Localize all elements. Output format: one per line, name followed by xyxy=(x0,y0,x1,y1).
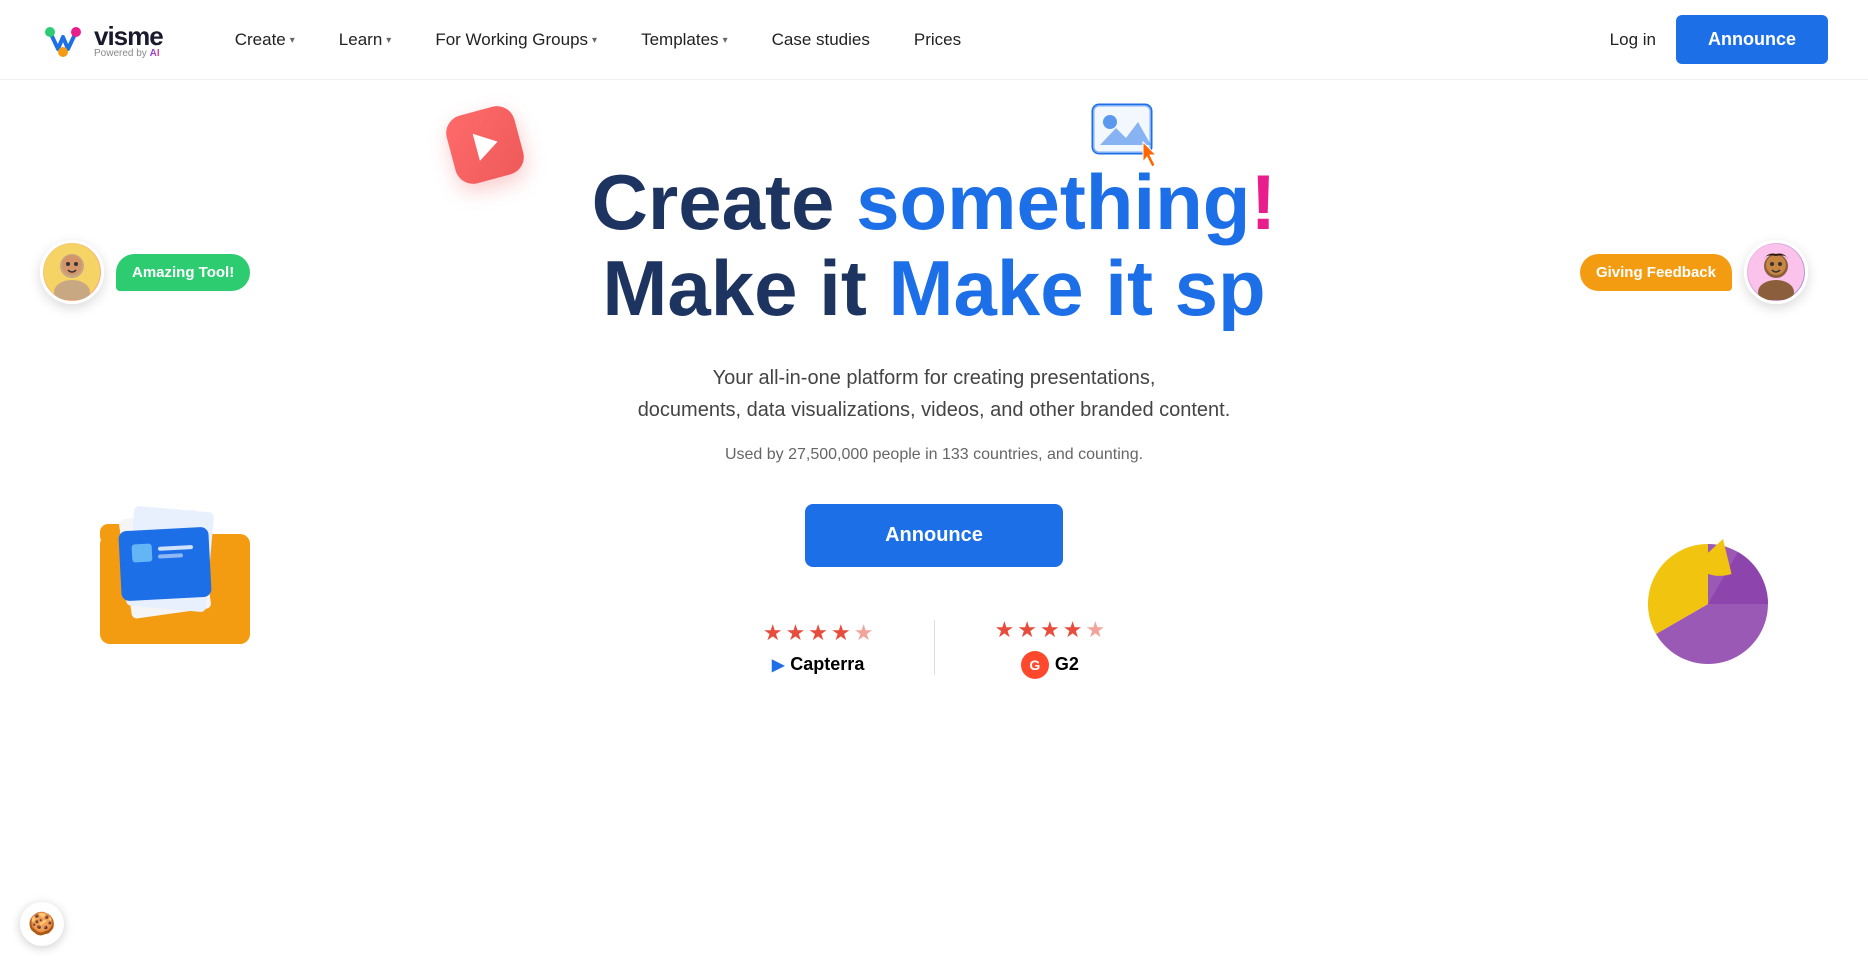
g2-rating: ★ ★ ★ ★ ★ G G2 xyxy=(935,617,1166,679)
chevron-down-icon: ▾ xyxy=(592,35,597,46)
capterra-logo: ▶ Capterra xyxy=(772,654,864,675)
login-button[interactable]: Log in xyxy=(1610,30,1656,50)
chevron-down-icon: ▾ xyxy=(723,35,728,46)
hero-subtitle: Your all-in-one platform for creating pr… xyxy=(634,362,1234,426)
cookie-consent-button[interactable]: 🍪 xyxy=(20,902,64,946)
hero-section: Amazing Tool! Giving Feedback xyxy=(0,80,1868,759)
nav-templates[interactable]: Templates ▾ xyxy=(619,0,750,80)
navbar: visme Powered by AI Create ▾ Learn ▾ For… xyxy=(0,0,1868,80)
g2-logo: G G2 xyxy=(1021,651,1079,679)
nav-learn[interactable]: Learn ▾ xyxy=(317,0,414,80)
g2-circle-icon: G xyxy=(1021,651,1049,679)
nav-case-studies[interactable]: Case studies xyxy=(750,0,892,80)
hero-title: Create something! Make it Make it sp xyxy=(40,160,1828,332)
hero-used-stat: Used by 27,500,000 people in 133 countri… xyxy=(40,446,1828,464)
title-exclaim: ! xyxy=(1250,158,1276,246)
title-sp: Make it sp xyxy=(888,244,1265,332)
nav-working-groups[interactable]: For Working Groups ▾ xyxy=(413,0,619,80)
title-something: something xyxy=(856,158,1250,246)
chevron-down-icon: ▾ xyxy=(386,35,391,46)
visme-logo-icon xyxy=(40,17,86,63)
capterra-rating: ★ ★ ★ ★ ★ ▶ Capterra xyxy=(703,620,935,675)
announce-button-hero[interactable]: Announce xyxy=(805,504,1063,567)
nav-right: Log in Announce xyxy=(1610,15,1828,64)
announce-button-nav[interactable]: Announce xyxy=(1676,15,1828,64)
folder-decoration xyxy=(80,484,270,659)
nav-prices[interactable]: Prices xyxy=(892,0,983,80)
g2-stars: ★ ★ ★ ★ ★ xyxy=(995,617,1106,643)
title-make: Make it xyxy=(602,244,888,332)
title-create: Create xyxy=(592,158,856,246)
chevron-down-icon: ▾ xyxy=(290,35,295,46)
logo-text: visme Powered by AI xyxy=(94,21,163,59)
capterra-arrow-icon: ▶ xyxy=(772,655,784,675)
capterra-stars: ★ ★ ★ ★ ★ xyxy=(763,620,874,646)
ratings-row: ★ ★ ★ ★ ★ ▶ Capterra ★ ★ ★ ★ ★ G G2 xyxy=(684,617,1184,679)
nav-create[interactable]: Create ▾ xyxy=(213,0,317,80)
pie-chart-decoration xyxy=(1628,524,1788,679)
logo[interactable]: visme Powered by AI xyxy=(40,17,163,63)
nav-links: Create ▾ Learn ▾ For Working Groups ▾ Te… xyxy=(213,0,1610,80)
